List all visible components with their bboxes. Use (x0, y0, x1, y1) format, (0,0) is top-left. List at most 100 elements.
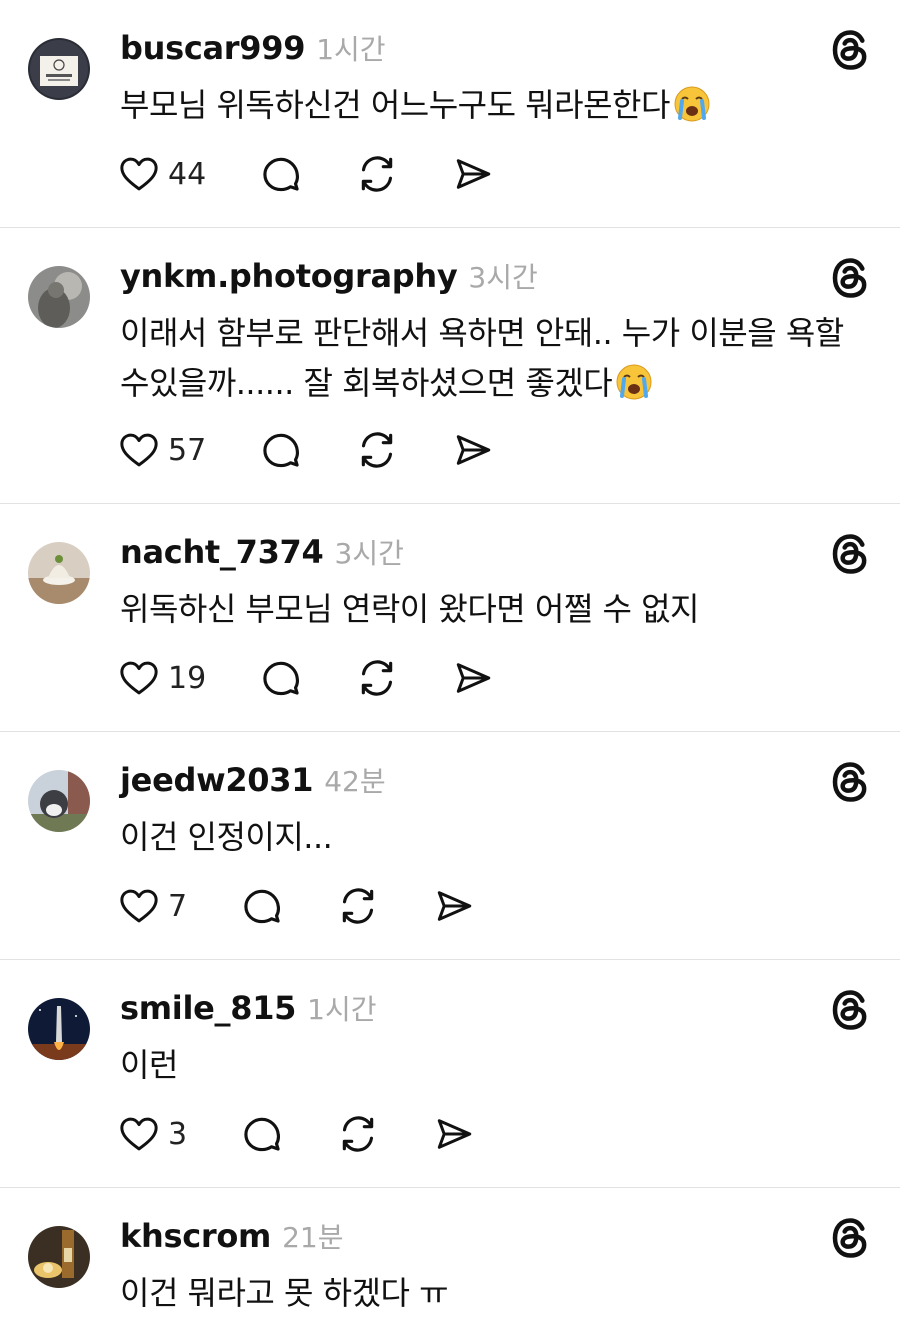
comment-header: nacht_7374 3시간 (120, 532, 404, 578)
comment-item: jeedw2031 42분 이건 인정이지... 7 (0, 732, 900, 960)
comment-text-content: 이래서 함부로 판단해서 욕하면 안돼.. 누가 이분을 욕할 수있을까....… (120, 314, 844, 402)
avatar[interactable] (28, 38, 90, 100)
share-button[interactable] (452, 657, 494, 699)
like-count: 19 (168, 660, 207, 696)
share-button[interactable] (433, 885, 475, 927)
comment-bubble-icon (241, 885, 283, 927)
comment-text: 이건 인정이지... (120, 812, 880, 862)
comment-item: buscar999 1시간 부모님 위독하신건 어느누구도 뭐라몬한다 44 (0, 0, 900, 228)
threads-logo-icon[interactable] (830, 988, 870, 1032)
like-button[interactable]: 57 (118, 429, 206, 471)
comment-header: khscrom 21분 (120, 1216, 343, 1262)
repost-button[interactable] (356, 153, 398, 195)
comment-header: smile_815 1시간 (120, 988, 376, 1034)
heart-icon (118, 153, 160, 195)
avatar[interactable] (28, 266, 90, 328)
comment-text-content: 이런 (120, 1046, 178, 1084)
reply-button[interactable] (260, 153, 302, 195)
threads-logo-icon[interactable] (830, 1216, 870, 1260)
comment-bubble-icon (260, 657, 302, 699)
comment-feed: buscar999 1시간 부모님 위독하신건 어느누구도 뭐라몬한다 44 y… (0, 0, 900, 1334)
avatar[interactable] (28, 542, 90, 604)
timestamp: 3시간 (334, 537, 404, 570)
comment-item: nacht_7374 3시간 위독하신 부모님 연락이 왔다면 어쩔 수 없지 … (0, 504, 900, 732)
repost-button[interactable] (356, 429, 398, 471)
action-bar: 3 (118, 1112, 475, 1156)
comment-text-content: 이건 인정이지... (120, 818, 333, 856)
username-link[interactable]: nacht_7374 (120, 533, 324, 571)
comment-bubble-icon (241, 1113, 283, 1155)
reply-button[interactable] (241, 1113, 283, 1155)
reply-button[interactable] (260, 657, 302, 699)
comment-text: 부모님 위독하신건 어느누구도 뭐라몬한다 (120, 80, 880, 130)
username-link[interactable]: buscar999 (120, 29, 305, 67)
reply-button[interactable] (260, 429, 302, 471)
threads-logo-icon[interactable] (830, 256, 870, 300)
comment-text: 위독하신 부모님 연락이 왔다면 어쩔 수 없지 (120, 584, 880, 634)
repost-button[interactable] (337, 885, 379, 927)
comment-header: buscar999 1시간 (120, 28, 386, 74)
comment-text-content: 이건 뭐라고 못 하겠다 ㅠ (120, 1274, 449, 1312)
timestamp: 3시간 (468, 261, 538, 294)
loudly-crying-face-icon (672, 84, 712, 124)
threads-logo-icon[interactable] (830, 28, 870, 72)
comment-text-content: 위독하신 부모님 연락이 왔다면 어쩔 수 없지 (120, 590, 699, 628)
comment-text: 이건 뭐라고 못 하겠다 ㅠ (120, 1268, 880, 1318)
repost-button[interactable] (356, 657, 398, 699)
repost-icon (356, 429, 398, 471)
action-bar: 19 (118, 656, 494, 700)
send-icon (433, 885, 475, 927)
share-button[interactable] (452, 429, 494, 471)
repost-icon (356, 657, 398, 699)
like-button[interactable]: 19 (118, 657, 206, 699)
avatar[interactable] (28, 1226, 90, 1288)
send-icon (452, 657, 494, 699)
comment-item: smile_815 1시간 이런 3 (0, 960, 900, 1188)
loudly-crying-face-icon (614, 362, 654, 402)
comment-item: khscrom 21분 이건 뭐라고 못 하겠다 ㅠ (0, 1188, 900, 1334)
repost-icon (337, 1113, 379, 1155)
username-link[interactable]: jeedw2031 (120, 761, 314, 799)
comment-bubble-icon (260, 153, 302, 195)
threads-logo-icon[interactable] (830, 532, 870, 576)
threads-logo-icon[interactable] (830, 760, 870, 804)
comment-text: 이래서 함부로 판단해서 욕하면 안돼.. 누가 이분을 욕할 수있을까....… (120, 308, 880, 408)
like-button[interactable]: 44 (118, 153, 206, 195)
comment-text-content: 부모님 위독하신건 어느누구도 뭐라몬한다 (120, 86, 670, 124)
comment-item: ynkm.photography 3시간 이래서 함부로 판단해서 욕하면 안돼… (0, 228, 900, 504)
action-bar: 44 (118, 152, 494, 196)
like-count: 44 (168, 156, 207, 192)
send-icon (452, 153, 494, 195)
send-icon (433, 1113, 475, 1155)
comment-bubble-icon (260, 429, 302, 471)
repost-button[interactable] (337, 1113, 379, 1155)
like-count: 7 (168, 888, 188, 924)
share-button[interactable] (433, 1113, 475, 1155)
avatar[interactable] (28, 998, 90, 1060)
heart-icon (118, 657, 160, 699)
reply-button[interactable] (241, 885, 283, 927)
like-count: 3 (168, 1116, 188, 1152)
share-button[interactable] (452, 153, 494, 195)
action-bar: 7 (118, 884, 475, 928)
send-icon (452, 429, 494, 471)
like-button[interactable]: 3 (118, 1113, 187, 1155)
comment-header: jeedw2031 42분 (120, 760, 386, 806)
heart-icon (118, 429, 160, 471)
username-link[interactable]: smile_815 (120, 989, 296, 1027)
timestamp: 21분 (282, 1221, 344, 1254)
repost-icon (356, 153, 398, 195)
timestamp: 1시간 (316, 33, 386, 66)
action-bar: 57 (118, 428, 494, 472)
heart-icon (118, 885, 160, 927)
like-button[interactable]: 7 (118, 885, 187, 927)
like-count: 57 (168, 432, 207, 468)
timestamp: 42분 (324, 765, 386, 798)
avatar[interactable] (28, 770, 90, 832)
comment-text: 이런 (120, 1040, 880, 1090)
timestamp: 1시간 (307, 993, 377, 1026)
username-link[interactable]: ynkm.photography (120, 257, 458, 295)
comment-header: ynkm.photography 3시간 (120, 256, 538, 302)
username-link[interactable]: khscrom (120, 1217, 271, 1255)
repost-icon (337, 885, 379, 927)
